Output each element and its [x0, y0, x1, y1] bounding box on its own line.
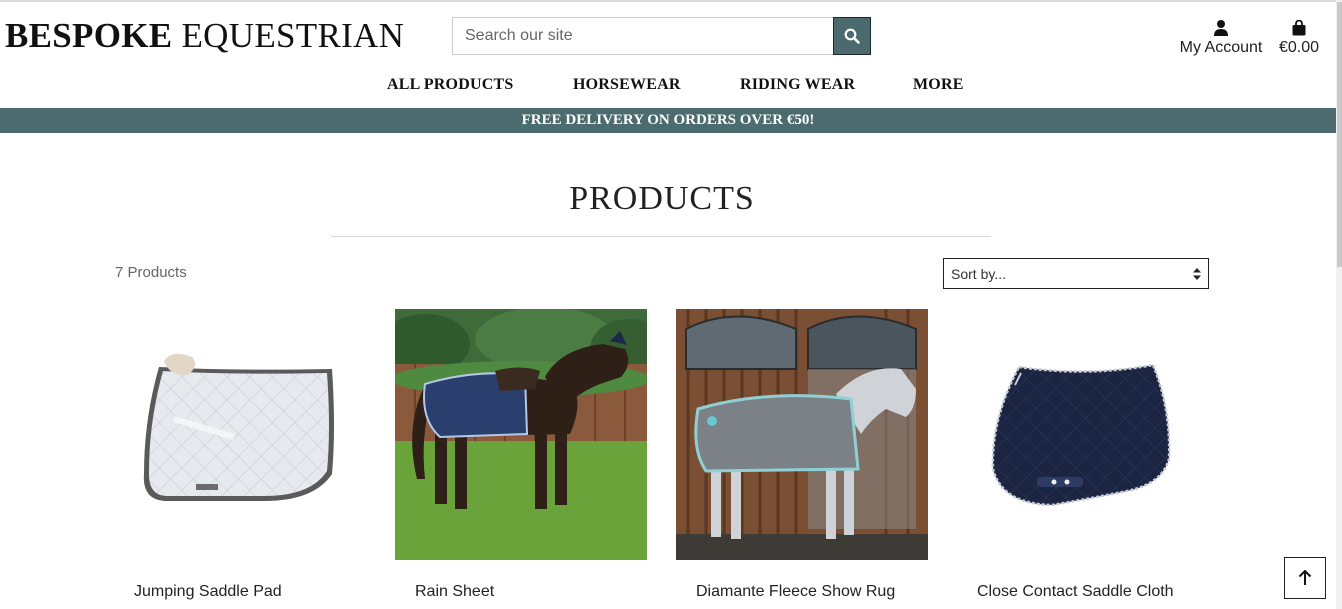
my-account-link[interactable]: My Account [1178, 16, 1264, 57]
product-count: 7 Products [115, 264, 187, 281]
product-name[interactable]: Jumping Saddle Pad [98, 583, 414, 601]
search-button[interactable] [833, 17, 871, 55]
product-card[interactable]: Rain Sheet [395, 309, 647, 600]
nav-riding-wear[interactable]: RIDING WEAR [740, 74, 855, 96]
sort-arrows-icon [1193, 267, 1201, 280]
product-image[interactable] [395, 309, 647, 560]
saddle-cloth-image [957, 309, 1209, 560]
nav-more[interactable]: MORE [913, 74, 964, 96]
product-image[interactable] [676, 309, 928, 560]
main-nav: ALL PRODUCTS HORSEWEAR RIDING WEAR MORE [0, 74, 1342, 98]
search-input[interactable] [452, 17, 833, 55]
product-image[interactable] [957, 309, 1209, 560]
nav-horsewear[interactable]: HORSEWEAR [573, 74, 681, 96]
saddle-pad-image [114, 309, 366, 560]
shopping-bag-link[interactable]: €0.00 [1276, 16, 1322, 57]
sort-select[interactable]: Sort by... [943, 258, 1209, 289]
logo-text: EQUESTRIAN [172, 16, 405, 55]
product-name[interactable]: Rain Sheet [379, 583, 695, 601]
my-account-label: My Account [1179, 39, 1263, 56]
scrollbar-thumb[interactable] [1337, 2, 1342, 267]
search-form [452, 17, 871, 55]
bag-total: €0.00 [1278, 39, 1320, 56]
site-logo[interactable]: BESPOKE EQUESTRIAN [5, 16, 404, 56]
top-border [0, 0, 1342, 2]
arrow-up-icon [1298, 570, 1312, 585]
delivery-banner: FREE DELIVERY ON ORDERS OVER €50! [0, 108, 1336, 133]
product-image[interactable] [114, 309, 366, 560]
shopping-bag-icon [1292, 20, 1306, 36]
user-icon [1214, 20, 1228, 36]
back-to-top-button[interactable] [1284, 557, 1326, 599]
page-title: PRODUCTS [569, 180, 755, 217]
product-card[interactable]: Close Contact Saddle Cloth [957, 309, 1209, 600]
product-name[interactable]: Close Contact Saddle Cloth [941, 583, 1257, 601]
product-card[interactable]: Diamante Fleece Show Rug [676, 309, 928, 600]
search-icon [844, 28, 860, 44]
product-name[interactable]: Diamante Fleece Show Rug [660, 583, 976, 601]
sort-selected-value: Sort by... [951, 265, 1006, 282]
nav-all-products[interactable]: ALL PRODUCTS [387, 74, 513, 96]
page-scrollbar[interactable] [1336, 0, 1342, 609]
rain-sheet-horse-image [395, 309, 647, 560]
logo-bold-text: BESPOKE [5, 16, 173, 55]
fleece-rug-horse-image [676, 309, 928, 560]
title-divider [331, 236, 991, 237]
product-card[interactable]: Jumping Saddle Pad [114, 309, 366, 600]
